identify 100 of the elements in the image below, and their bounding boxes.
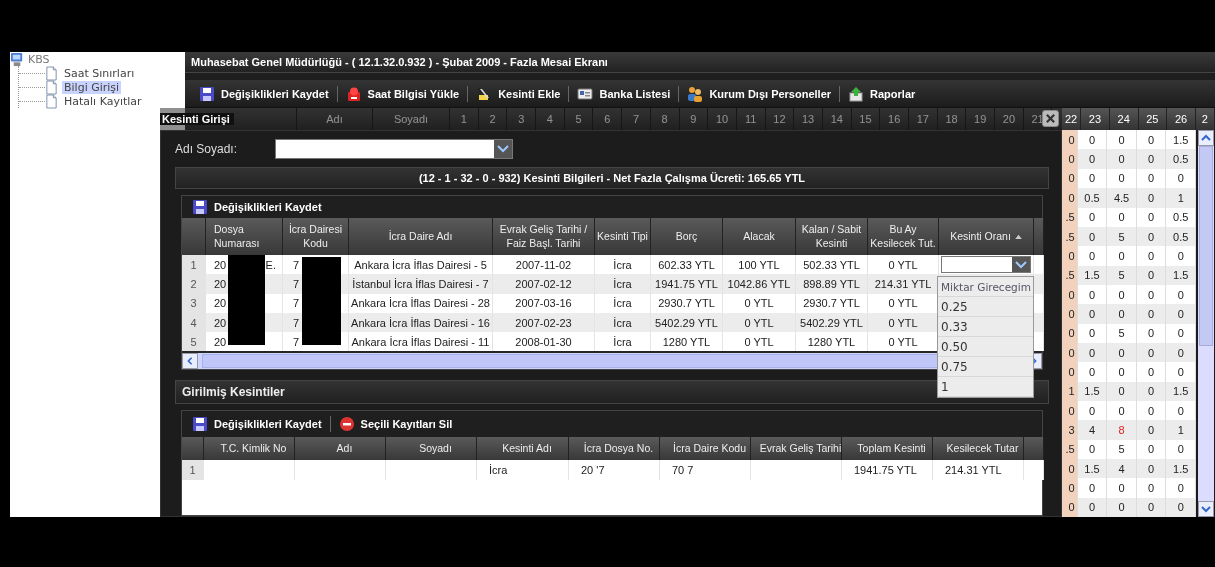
column-header[interactable]: İcra Daire Kodu (660, 437, 751, 461)
dropdown-option[interactable]: 0.25 (938, 297, 1033, 317)
table-cell: 20 (214, 258, 227, 271)
tree-item[interactable]: Saat Sınırları (62, 66, 137, 80)
column-header[interactable]: İcra Dosya No. (569, 437, 660, 461)
toolbar-button[interactable]: Değişiklikleri Kaydet (193, 84, 335, 104)
toolbar-button[interactable]: Değişiklikleri Kaydet (186, 414, 328, 435)
column-header[interactable]: Kalan / Sabit Kesinti (796, 218, 868, 255)
table-cell: 0 (1077, 130, 1108, 150)
tree-item[interactable]: Hatalı Kayıtlar (62, 94, 144, 108)
row-number: 1 (182, 460, 204, 480)
table-cell: 0 (1107, 246, 1137, 266)
column-header[interactable]: Bu Ay Kesilecek Tut. (868, 218, 939, 255)
table-cell: 0 (1166, 400, 1196, 421)
column-header[interactable]: Borç (651, 218, 723, 255)
table-cell: 0 (1166, 304, 1196, 324)
table-cell: 20 (214, 297, 227, 310)
table-cell: 2007-03-16 (493, 293, 595, 313)
dropdown-option[interactable]: 0.50 (938, 337, 1033, 357)
table-cell: 0 (1166, 168, 1196, 189)
toolbar-button[interactable]: Saat Bilgisi Yükle (339, 84, 466, 104)
table-cell: 0 (1166, 342, 1196, 363)
column-header[interactable]: Adı (295, 437, 386, 461)
table-cell: 8 (1107, 420, 1137, 440)
table-cell: 0 (1107, 497, 1137, 517)
table-cell: 0 (1136, 149, 1167, 169)
panel-title: Muhasebat Genel Müdürlüğü - ( 12.1.32.0.932 ) - Şubat 2009 - Fazla Mesai Ekranı (185, 52, 1215, 73)
table-cell: İcra (595, 293, 651, 313)
table-cell: 4 (1107, 458, 1137, 479)
toolbar-button[interactable]: Kurum Dışı Personeller (681, 84, 838, 104)
table-cell: 0 (1107, 304, 1137, 324)
column-header[interactable]: T.C. Kimlik No (204, 437, 295, 461)
table-cell: İcra (595, 255, 651, 275)
table-cell: 502.33 YTL (796, 255, 868, 275)
table-cell: 2008-01-30 (493, 332, 595, 352)
table-cell: 5402.29 YTL (651, 312, 723, 333)
dropdown-option[interactable]: Miktar Girecegim (938, 277, 1033, 297)
column-header[interactable]: Kesinti Adı (477, 437, 569, 461)
column-header[interactable]: Soyadı (386, 437, 477, 461)
table-cell: 4 (1077, 420, 1108, 440)
column-header[interactable]: Kesilecek Tutar (933, 437, 1024, 461)
tree-item[interactable]: Bilgi Girişi (62, 80, 122, 94)
dropdown-option[interactable]: 0.75 (938, 357, 1033, 377)
table-cell: İcra (595, 332, 651, 352)
table-cell: 1.5 (1166, 130, 1196, 150)
row-number: 3 (182, 293, 206, 313)
table-cell: 0 YTL (868, 332, 939, 352)
column-header[interactable]: Alacak (723, 218, 796, 255)
column-header[interactable]: Toplam Kesinti (842, 437, 933, 461)
table-cell: 0 (1136, 420, 1167, 440)
column-header[interactable]: Evrak Geliş Tarihi / Faiz Başl. Tarihi (493, 218, 595, 255)
table-cell: 1.5 (1166, 458, 1196, 479)
column-header[interactable]: İcra Daire Adı (349, 218, 493, 255)
toolbar-button[interactable]: Kesinti Ekle (470, 84, 567, 104)
table-cell: İcra (595, 312, 651, 333)
table-cell: 1042.86 YTL (723, 274, 796, 294)
table-cell: 1 (1166, 420, 1196, 440)
table-cell: 20 (214, 316, 227, 329)
table-cell: 0 (1107, 284, 1137, 305)
table-cell: 2007-02-23 (493, 312, 595, 333)
column-header[interactable]: Evrak Geliş Tarihi (751, 437, 842, 461)
row-number: 5 (182, 332, 206, 352)
table-cell: 0 (1136, 478, 1167, 498)
table-cell: 0.5 (1166, 149, 1196, 169)
table-cell: 5 (1107, 226, 1137, 247)
table-cell: 0.5 (1166, 226, 1196, 247)
table-cell: 0 (1136, 362, 1167, 382)
table-cell: 602.33 YTL (651, 255, 723, 275)
table-cell: 0 (1136, 246, 1167, 266)
dropdown-option[interactable]: 0.33 (938, 317, 1033, 337)
table-cell: 5 (1107, 265, 1137, 285)
dialog-title: Kesinti Girişi (160, 113, 234, 125)
table-cell: 0 (1166, 439, 1196, 459)
dropdown-option[interactable]: 1 (938, 377, 1033, 397)
column-header[interactable]: Dosya Numarası (206, 218, 283, 255)
table-cell: 0 (1077, 304, 1108, 324)
table-cell: 1941.75 YTL (651, 274, 723, 294)
table-cell: 0 (1166, 323, 1196, 343)
table-cell: 5 (1107, 439, 1137, 459)
toolbar-button[interactable]: Raporlar (842, 84, 922, 104)
table-cell: 0.5 (1077, 188, 1108, 208)
table-cell: 0 YTL (868, 255, 939, 275)
toolbar-button[interactable]: Seçili Kayıtları Sil (332, 414, 459, 435)
table-cell: 20 (214, 335, 227, 348)
table-cell: 1280 YTL (651, 332, 723, 352)
table-cell: 0 (1166, 362, 1196, 382)
table-cell: 0 (1107, 400, 1137, 421)
table-cell: 20 (214, 277, 227, 290)
column-header[interactable]: İcra Dairesi Kodu (283, 218, 349, 255)
table-cell: İstanbul İcra İflas Dairesi - 7 (349, 274, 493, 294)
table-cell: 1 (1166, 188, 1196, 208)
tree-item[interactable]: KBS (28, 52, 50, 66)
toolbar-button[interactable]: Banka Listesi (571, 84, 677, 104)
table-cell: 1.5 (1166, 265, 1196, 285)
column-header[interactable]: Kesinti Tipi (595, 218, 651, 255)
toolbar-button[interactable]: Değişiklikleri Kaydet (186, 197, 328, 217)
row-number: 4 (182, 312, 206, 333)
table-cell: 0 (1136, 304, 1167, 324)
table-cell: 0.5 (1166, 207, 1196, 227)
column-header[interactable]: Kesinti Oranı (939, 218, 1034, 255)
